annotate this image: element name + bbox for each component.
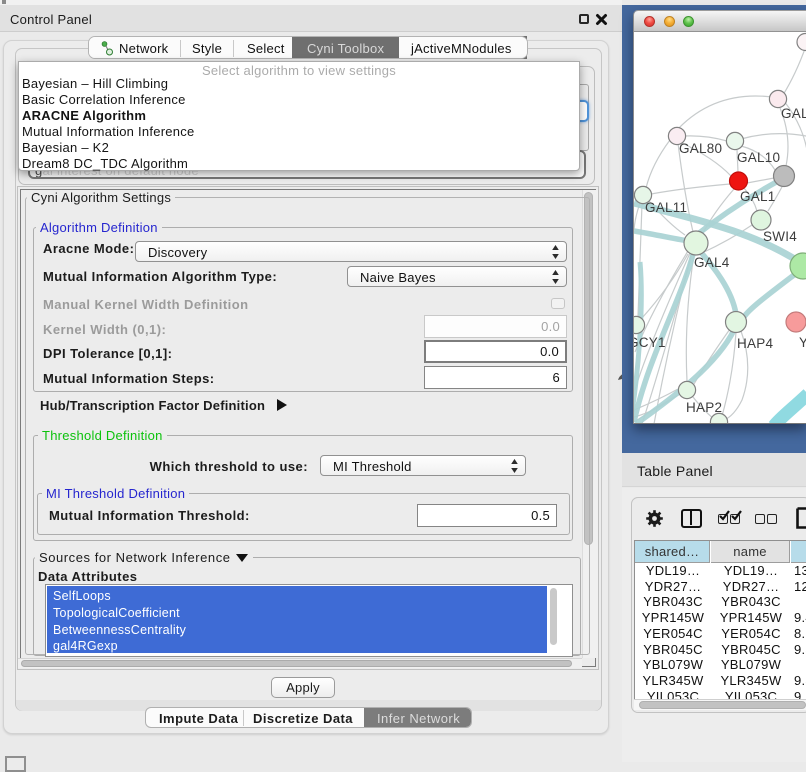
svg-text:GAL4: GAL4	[694, 255, 730, 270]
svg-text:GCY1: GCY1	[634, 335, 666, 350]
svg-text:GAL80: GAL80	[679, 141, 722, 156]
svg-text:GAL1: GAL1	[740, 189, 776, 204]
svg-text:HAP2: HAP2	[686, 400, 722, 415]
svg-text:SWI4: SWI4	[763, 229, 797, 244]
svg-text:HAP4: HAP4	[737, 336, 774, 351]
svg-text:YER0: YER0	[799, 335, 806, 350]
svg-text:GAL10: GAL10	[737, 150, 780, 165]
svg-text:GAL2: GAL2	[781, 106, 806, 121]
svg-text:GAL11: GAL11	[645, 200, 687, 215]
